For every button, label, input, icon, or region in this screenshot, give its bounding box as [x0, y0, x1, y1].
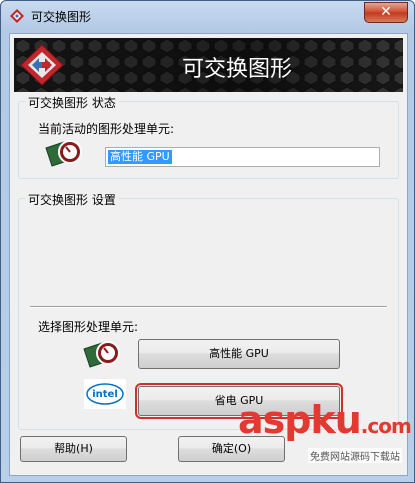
- window-title: 可交换图形: [31, 10, 92, 24]
- settings-group-label: 可交换图形 设置: [25, 191, 119, 208]
- watermark-text: aspku.com: [238, 398, 412, 442]
- swap-graphics-icon: [10, 9, 24, 23]
- help-button[interactable]: 帮助(H): [20, 436, 127, 462]
- intel-logo-text: intel: [92, 389, 118, 400]
- watermark-subtitle: 免费网站源码下载站: [308, 448, 402, 463]
- title-bar[interactable]: 可交换图形 ✕: [1, 1, 414, 31]
- active-gpu-field[interactable]: 高性能 GPU: [105, 147, 380, 167]
- status-group-label: 可交换图形 状态: [25, 94, 119, 111]
- site-watermark: aspku.com 免费网站源码下载站: [238, 398, 412, 468]
- ati-gpu-icon: [45, 140, 82, 167]
- banner-title: 可交换图形: [182, 57, 293, 82]
- swap-graphics-logo-icon: [20, 44, 64, 86]
- settings-divider: [30, 306, 387, 308]
- active-gpu-value: 高性能 GPU: [108, 150, 172, 164]
- high-performance-gpu-button[interactable]: 高性能 GPU: [138, 339, 340, 369]
- active-gpu-label: 当前活动的图形处理单元:: [38, 122, 175, 136]
- close-button[interactable]: ✕: [364, 2, 408, 23]
- select-gpu-label: 选择图形处理单元:: [38, 320, 139, 334]
- ati-gpu-icon: [83, 341, 120, 368]
- banner: 可交换图形: [14, 38, 403, 92]
- intel-logo-icon: intel: [84, 379, 126, 409]
